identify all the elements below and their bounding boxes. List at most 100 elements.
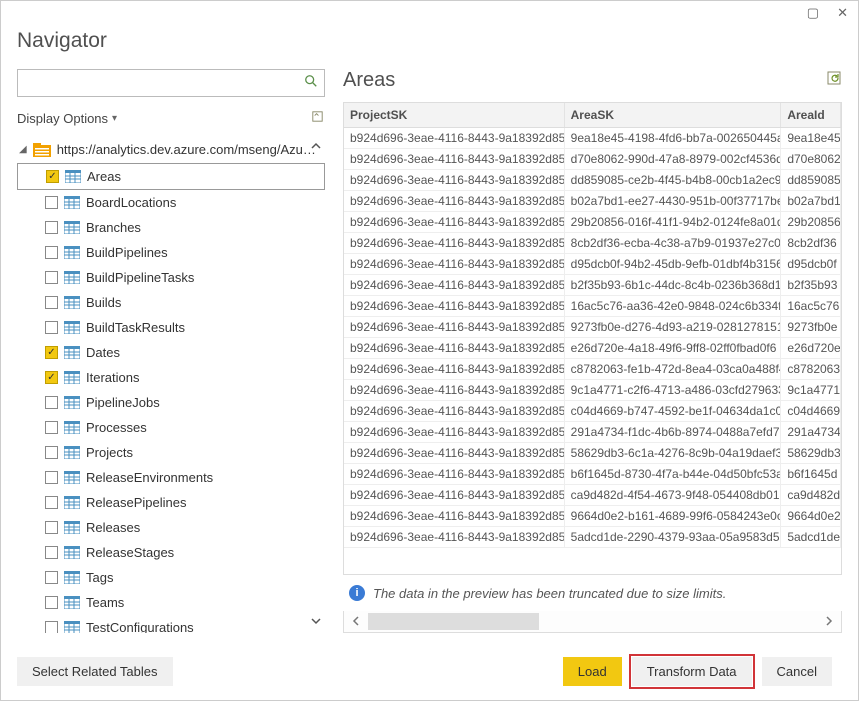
display-options-dropdown[interactable]: Display Options ▾ <box>17 111 117 126</box>
tree-item[interactable]: PipelineJobs <box>17 390 325 415</box>
table-cell: b924d696-3eae-4116-8443-9a18392d8544 <box>344 485 565 505</box>
tree-item[interactable]: Releases <box>17 515 325 540</box>
checkbox[interactable] <box>45 596 58 609</box>
horizontal-scrollbar[interactable] <box>343 611 842 633</box>
search-input[interactable] <box>18 72 298 95</box>
scroll-down-icon[interactable] <box>309 615 323 629</box>
checkbox[interactable] <box>45 446 58 459</box>
preview-refresh-icon[interactable] <box>826 70 842 91</box>
table-row[interactable]: b924d696-3eae-4116-8443-9a18392d85448cb2… <box>344 233 841 254</box>
scroll-left-icon[interactable] <box>344 615 368 629</box>
scroll-up-icon[interactable] <box>309 140 323 154</box>
table-cell: b924d696-3eae-4116-8443-9a18392d8544 <box>344 275 565 295</box>
checkbox[interactable] <box>45 521 58 534</box>
checkbox[interactable]: ✓ <box>45 346 58 359</box>
tree-item[interactable]: Projects <box>17 440 325 465</box>
scrollbar-thumb[interactable] <box>368 613 539 630</box>
maximize-icon[interactable]: ▢ <box>807 5 819 21</box>
tree-item[interactable]: ✓Areas <box>17 163 325 190</box>
tree-item[interactable]: BuildPipelines <box>17 240 325 265</box>
collapse-icon[interactable]: ◢ <box>19 144 27 155</box>
checkbox[interactable] <box>45 321 58 334</box>
checkbox[interactable] <box>45 496 58 509</box>
checkbox[interactable] <box>45 296 58 309</box>
table-row[interactable]: b924d696-3eae-4116-8443-9a18392d85445adc… <box>344 527 841 548</box>
tree-item-label: ReleaseStages <box>86 545 174 560</box>
tree-root[interactable]: ◢ https://analytics.dev.azure.com/mseng/… <box>17 136 325 163</box>
scrollbar-track[interactable] <box>368 611 817 632</box>
checkbox[interactable] <box>45 571 58 584</box>
checkbox[interactable] <box>45 221 58 234</box>
select-related-tables-button[interactable]: Select Related Tables <box>17 657 173 686</box>
table-row[interactable]: b924d696-3eae-4116-8443-9a18392d8544b6f1… <box>344 464 841 485</box>
tree-item[interactable]: ReleaseStages <box>17 540 325 565</box>
checkbox[interactable] <box>45 621 58 633</box>
table-row[interactable]: b924d696-3eae-4116-8443-9a18392d8544d70e… <box>344 149 841 170</box>
table-row[interactable]: b924d696-3eae-4116-8443-9a18392d8544c878… <box>344 359 841 380</box>
table-row[interactable]: b924d696-3eae-4116-8443-9a18392d8544d95d… <box>344 254 841 275</box>
tree-item-label: Tags <box>86 570 113 585</box>
column-header[interactable]: AreaId <box>781 103 841 127</box>
table-row[interactable]: b924d696-3eae-4116-8443-9a18392d854416ac… <box>344 296 841 317</box>
tree-item[interactable]: Teams <box>17 590 325 615</box>
tree-item[interactable]: Branches <box>17 215 325 240</box>
table-row[interactable]: b924d696-3eae-4116-8443-9a18392d8544dd85… <box>344 170 841 191</box>
tree-item[interactable]: Tags <box>17 565 325 590</box>
tree-item[interactable]: ✓Dates <box>17 340 325 365</box>
table-cell: 9c1a4771 <box>781 380 841 400</box>
table-row[interactable]: b924d696-3eae-4116-8443-9a18392d8544b02a… <box>344 191 841 212</box>
transform-data-button[interactable]: Transform Data <box>632 657 752 686</box>
load-button[interactable]: Load <box>563 657 622 686</box>
tree-item[interactable]: Processes <box>17 415 325 440</box>
checkbox[interactable] <box>45 546 58 559</box>
table-cell: dd859085-ce2b-4f45-b4b8-00cb1a2ec975 <box>565 170 782 190</box>
table-cell: b924d696-3eae-4116-8443-9a18392d8544 <box>344 128 565 148</box>
scroll-right-icon[interactable] <box>817 615 841 629</box>
cancel-button[interactable]: Cancel <box>762 657 832 686</box>
table-cell: b924d696-3eae-4116-8443-9a18392d8544 <box>344 212 565 232</box>
tree-item[interactable]: BuildTaskResults <box>17 315 325 340</box>
search-icon[interactable] <box>298 74 324 93</box>
tree-item[interactable]: BuildPipelineTasks <box>17 265 325 290</box>
table-row[interactable]: b924d696-3eae-4116-8443-9a18392d8544ca9d… <box>344 485 841 506</box>
tree-item[interactable]: ReleaseEnvironments <box>17 465 325 490</box>
tree-item[interactable]: Builds <box>17 290 325 315</box>
body: Display Options ▾ ◢ http <box>1 69 858 643</box>
tree-item[interactable]: ReleasePipelines <box>17 490 325 515</box>
table-cell: b924d696-3eae-4116-8443-9a18392d8544 <box>344 527 565 547</box>
checkbox[interactable] <box>45 196 58 209</box>
checkbox[interactable] <box>45 246 58 259</box>
checkbox[interactable] <box>45 471 58 484</box>
table-icon <box>64 221 80 234</box>
table-row[interactable]: b924d696-3eae-4116-8443-9a18392d85449273… <box>344 317 841 338</box>
checkbox[interactable] <box>45 421 58 434</box>
table-row[interactable]: b924d696-3eae-4116-8443-9a18392d85449ea1… <box>344 128 841 149</box>
table-icon <box>64 396 80 409</box>
search-box[interactable] <box>17 69 325 97</box>
table-row[interactable]: b924d696-3eae-4116-8443-9a18392d85449664… <box>344 506 841 527</box>
checkbox[interactable] <box>45 271 58 284</box>
tree-item[interactable]: ✓Iterations <box>17 365 325 390</box>
table-cell: 58629db3-6c1a-4276-8c9b-04a19daef30a <box>565 443 782 463</box>
tree-item[interactable]: BoardLocations <box>17 190 325 215</box>
checkbox[interactable] <box>45 396 58 409</box>
tree-item[interactable]: TestConfigurations <box>17 615 325 633</box>
table-row[interactable]: b924d696-3eae-4116-8443-9a18392d85445862… <box>344 443 841 464</box>
table-row[interactable]: b924d696-3eae-4116-8443-9a18392d8544b2f3… <box>344 275 841 296</box>
table-cell: d95dcb0f-94b2-45db-9efb-01dbf4b31563 <box>565 254 782 274</box>
table-row[interactable]: b924d696-3eae-4116-8443-9a18392d8544e26d… <box>344 338 841 359</box>
table-row[interactable]: b924d696-3eae-4116-8443-9a18392d854429b2… <box>344 212 841 233</box>
column-header[interactable]: ProjectSK <box>344 103 565 127</box>
table-cell: b02a7bd1-ee27-4430-951b-00f37717be21 <box>565 191 782 211</box>
refresh-icon[interactable] <box>310 109 325 128</box>
checkbox[interactable]: ✓ <box>46 170 59 183</box>
table-icon <box>64 321 80 334</box>
tree-item-label: BuildPipelines <box>86 245 168 260</box>
left-pane: Display Options ▾ ◢ http <box>17 69 325 633</box>
table-row[interactable]: b924d696-3eae-4116-8443-9a18392d8544291a… <box>344 422 841 443</box>
column-header[interactable]: AreaSK <box>565 103 782 127</box>
close-icon[interactable]: ✕ <box>837 5 848 21</box>
table-row[interactable]: b924d696-3eae-4116-8443-9a18392d8544c04d… <box>344 401 841 422</box>
table-row[interactable]: b924d696-3eae-4116-8443-9a18392d85449c1a… <box>344 380 841 401</box>
checkbox[interactable]: ✓ <box>45 371 58 384</box>
